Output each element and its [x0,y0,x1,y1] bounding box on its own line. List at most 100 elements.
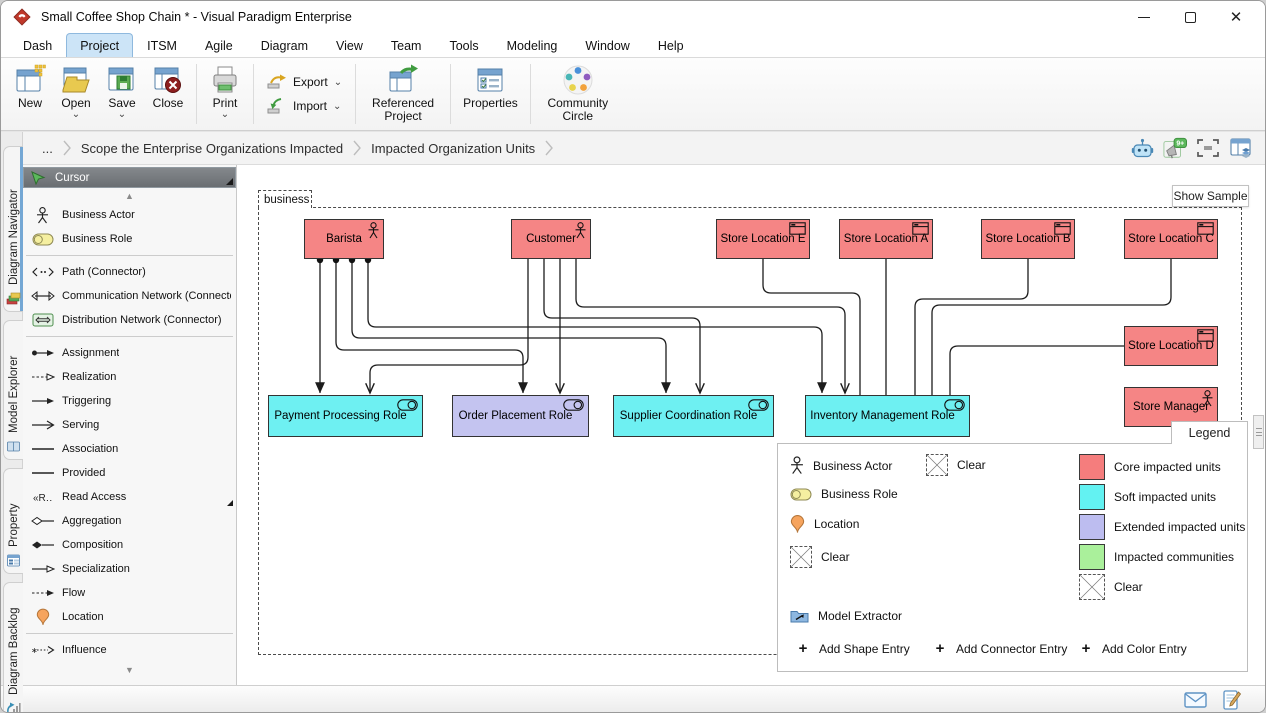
panel-splitter-grip[interactable] [1253,415,1264,449]
save-button[interactable]: Save ⌄ [99,61,145,127]
palette-item-aggregation[interactable]: Aggregation [23,509,236,533]
assistant-robot-button[interactable] [1130,137,1154,159]
connector-serving[interactable] [544,259,700,393]
realization-icon [28,373,57,381]
menu-team[interactable]: Team [377,33,436,57]
palette-item-influence[interactable]: ∗ Influence [23,638,236,662]
legend-shape-clear[interactable]: Clear [790,546,850,568]
business-role-icon [748,399,769,411]
legend-core-impacted[interactable]: Core impacted units [1079,454,1221,480]
menu-help[interactable]: Help [644,33,698,57]
legend-business-actor[interactable]: Business Actor [790,456,892,475]
palette-item-distribution-network[interactable]: Distribution Network (Connector) [23,308,236,332]
legend-model-extractor[interactable]: Model Extractor [790,608,902,623]
breadcrumb-item[interactable]: Impacted Organization Units [364,141,542,156]
svg-text:∗: ∗ [31,646,38,655]
close-button[interactable]: ✕ [1213,2,1259,32]
add-connector-entry-button[interactable]: + Add Connector Entry [933,640,1067,657]
community-circle-button[interactable]: Community Circle [536,61,620,127]
menu-diagram[interactable]: Diagram [247,33,322,57]
message-button[interactable] [1184,692,1207,708]
node-inventory-management-role[interactable]: Inventory Management Role [805,395,970,437]
menu-project[interactable]: Project [66,33,133,57]
breadcrumb-collapsed[interactable]: ... [35,141,60,156]
open-button[interactable]: Open ⌄ [53,61,99,127]
minimize-button[interactable] [1121,2,1167,32]
palette-item-provided[interactable]: Provided [23,461,236,485]
connector-association[interactable] [950,346,1124,395]
add-color-entry-button[interactable]: + Add Color Entry [1079,640,1187,657]
palette-item-composition[interactable]: Composition [23,533,236,557]
statusbar [1,685,1265,713]
layers-window-button[interactable] [1229,137,1253,159]
legend-title[interactable]: Legend [1171,421,1248,444]
node-store-location-c[interactable]: Store Location C [1124,219,1218,259]
new-button[interactable]: New [7,61,53,127]
menu-itsm[interactable]: ITSM [133,33,191,57]
legend-soft-impacted[interactable]: Soft impacted units [1079,484,1216,510]
legend-color-clear[interactable]: Clear [1079,574,1143,600]
legend-extended-impacted[interactable]: Extended impacted units [1079,514,1245,540]
legend-connector-clear[interactable]: Clear [926,454,986,476]
palette-scroll-down[interactable]: ▼ [23,662,236,677]
import-button[interactable]: Import ⌄ [267,98,342,114]
export-button[interactable]: Export ⌄ [267,74,342,90]
node-order-placement-role[interactable]: Order Placement Role [452,395,589,437]
tab-diagram-navigator[interactable]: Diagram Navigator [3,146,23,312]
palette-item-communication-network[interactable]: Communication Network (Connector) [23,284,236,308]
connector-assignment[interactable] [368,260,822,393]
visual-paradigm-logo-icon [13,8,31,26]
legend-location[interactable]: Location [790,514,859,534]
legend-business-role[interactable]: Business Role [790,487,898,501]
app-window: Small Coffee Shop Chain * - Visual Parad… [0,0,1266,713]
connector-serving[interactable] [576,259,845,393]
menu-dash[interactable]: Dash [9,33,66,57]
properties-button[interactable]: Properties [456,61,525,127]
add-shape-entry-button[interactable]: + Add Shape Entry [796,640,910,657]
palette-item-association[interactable]: Association [23,437,236,461]
palette-scroll-up[interactable]: ▲ [23,188,236,203]
palette-item-specialization[interactable]: Specialization [23,557,236,581]
palette-item-triggering[interactable]: Triggering [23,389,236,413]
close-project-button[interactable]: Close [145,61,191,127]
node-store-location-a[interactable]: Store Location A [839,219,933,259]
node-payment-processing-role[interactable]: Payment Processing Role [268,395,423,437]
menu-view[interactable]: View [322,33,377,57]
referenced-project-button[interactable]: Referenced Project [361,61,445,127]
breadcrumb-item[interactable]: Scope the Enterprise Organizations Impac… [74,141,350,156]
clear-icon [790,546,812,568]
palette-item-serving[interactable]: Serving [23,413,236,437]
tab-property[interactable]: Property [3,468,23,574]
content-column: ... Scope the Enterprise Organizations I… [23,132,1265,685]
tab-diagram-backlog[interactable]: Diagram Backlog [3,582,23,713]
node-store-location-d[interactable]: Store Location D [1124,326,1218,366]
menu-tools[interactable]: Tools [435,33,492,57]
palette-item-flow[interactable]: Flow [23,581,236,605]
legend-impacted-communities[interactable]: Impacted communities [1079,544,1234,570]
print-button[interactable]: Print ⌄ [202,61,248,127]
menu-window[interactable]: Window [571,33,643,57]
tab-model-explorer[interactable]: Model Explorer [3,320,23,460]
menu-modeling[interactable]: Modeling [493,33,572,57]
palette-item-path-connector[interactable]: Path (Connector) [23,260,236,284]
diagram-canvas[interactable]: business [237,165,1265,685]
palette-item-assignment[interactable]: Assignment [23,341,236,365]
palette-item-realization[interactable]: Realization [23,365,236,389]
palette-item-read-access[interactable]: «R‥ Read Access [23,485,236,509]
announcement-button[interactable]: 9+ [1163,137,1187,159]
palette-item-business-actor[interactable]: Business Actor [23,203,236,227]
fit-frame-button[interactable] [1196,137,1220,159]
node-barista[interactable]: Barista [304,219,384,259]
palette-item-business-role[interactable]: Business Role [23,227,236,251]
node-store-location-b[interactable]: Store Location B [981,219,1075,259]
connector-serving[interactable] [370,259,528,393]
menu-agile[interactable]: Agile [191,33,247,57]
node-store-location-e[interactable]: Store Location E [716,219,810,259]
node-customer[interactable]: Customer [511,219,591,259]
palette-item-location[interactable]: Location [23,605,236,629]
node-supplier-coordination-role[interactable]: Supplier Coordination Role [613,395,774,437]
edit-document-button[interactable] [1223,690,1241,710]
maximize-button[interactable] [1167,2,1213,32]
show-sample-button[interactable]: Show Sample [1172,185,1249,207]
palette-cursor[interactable]: Cursor [23,167,236,188]
